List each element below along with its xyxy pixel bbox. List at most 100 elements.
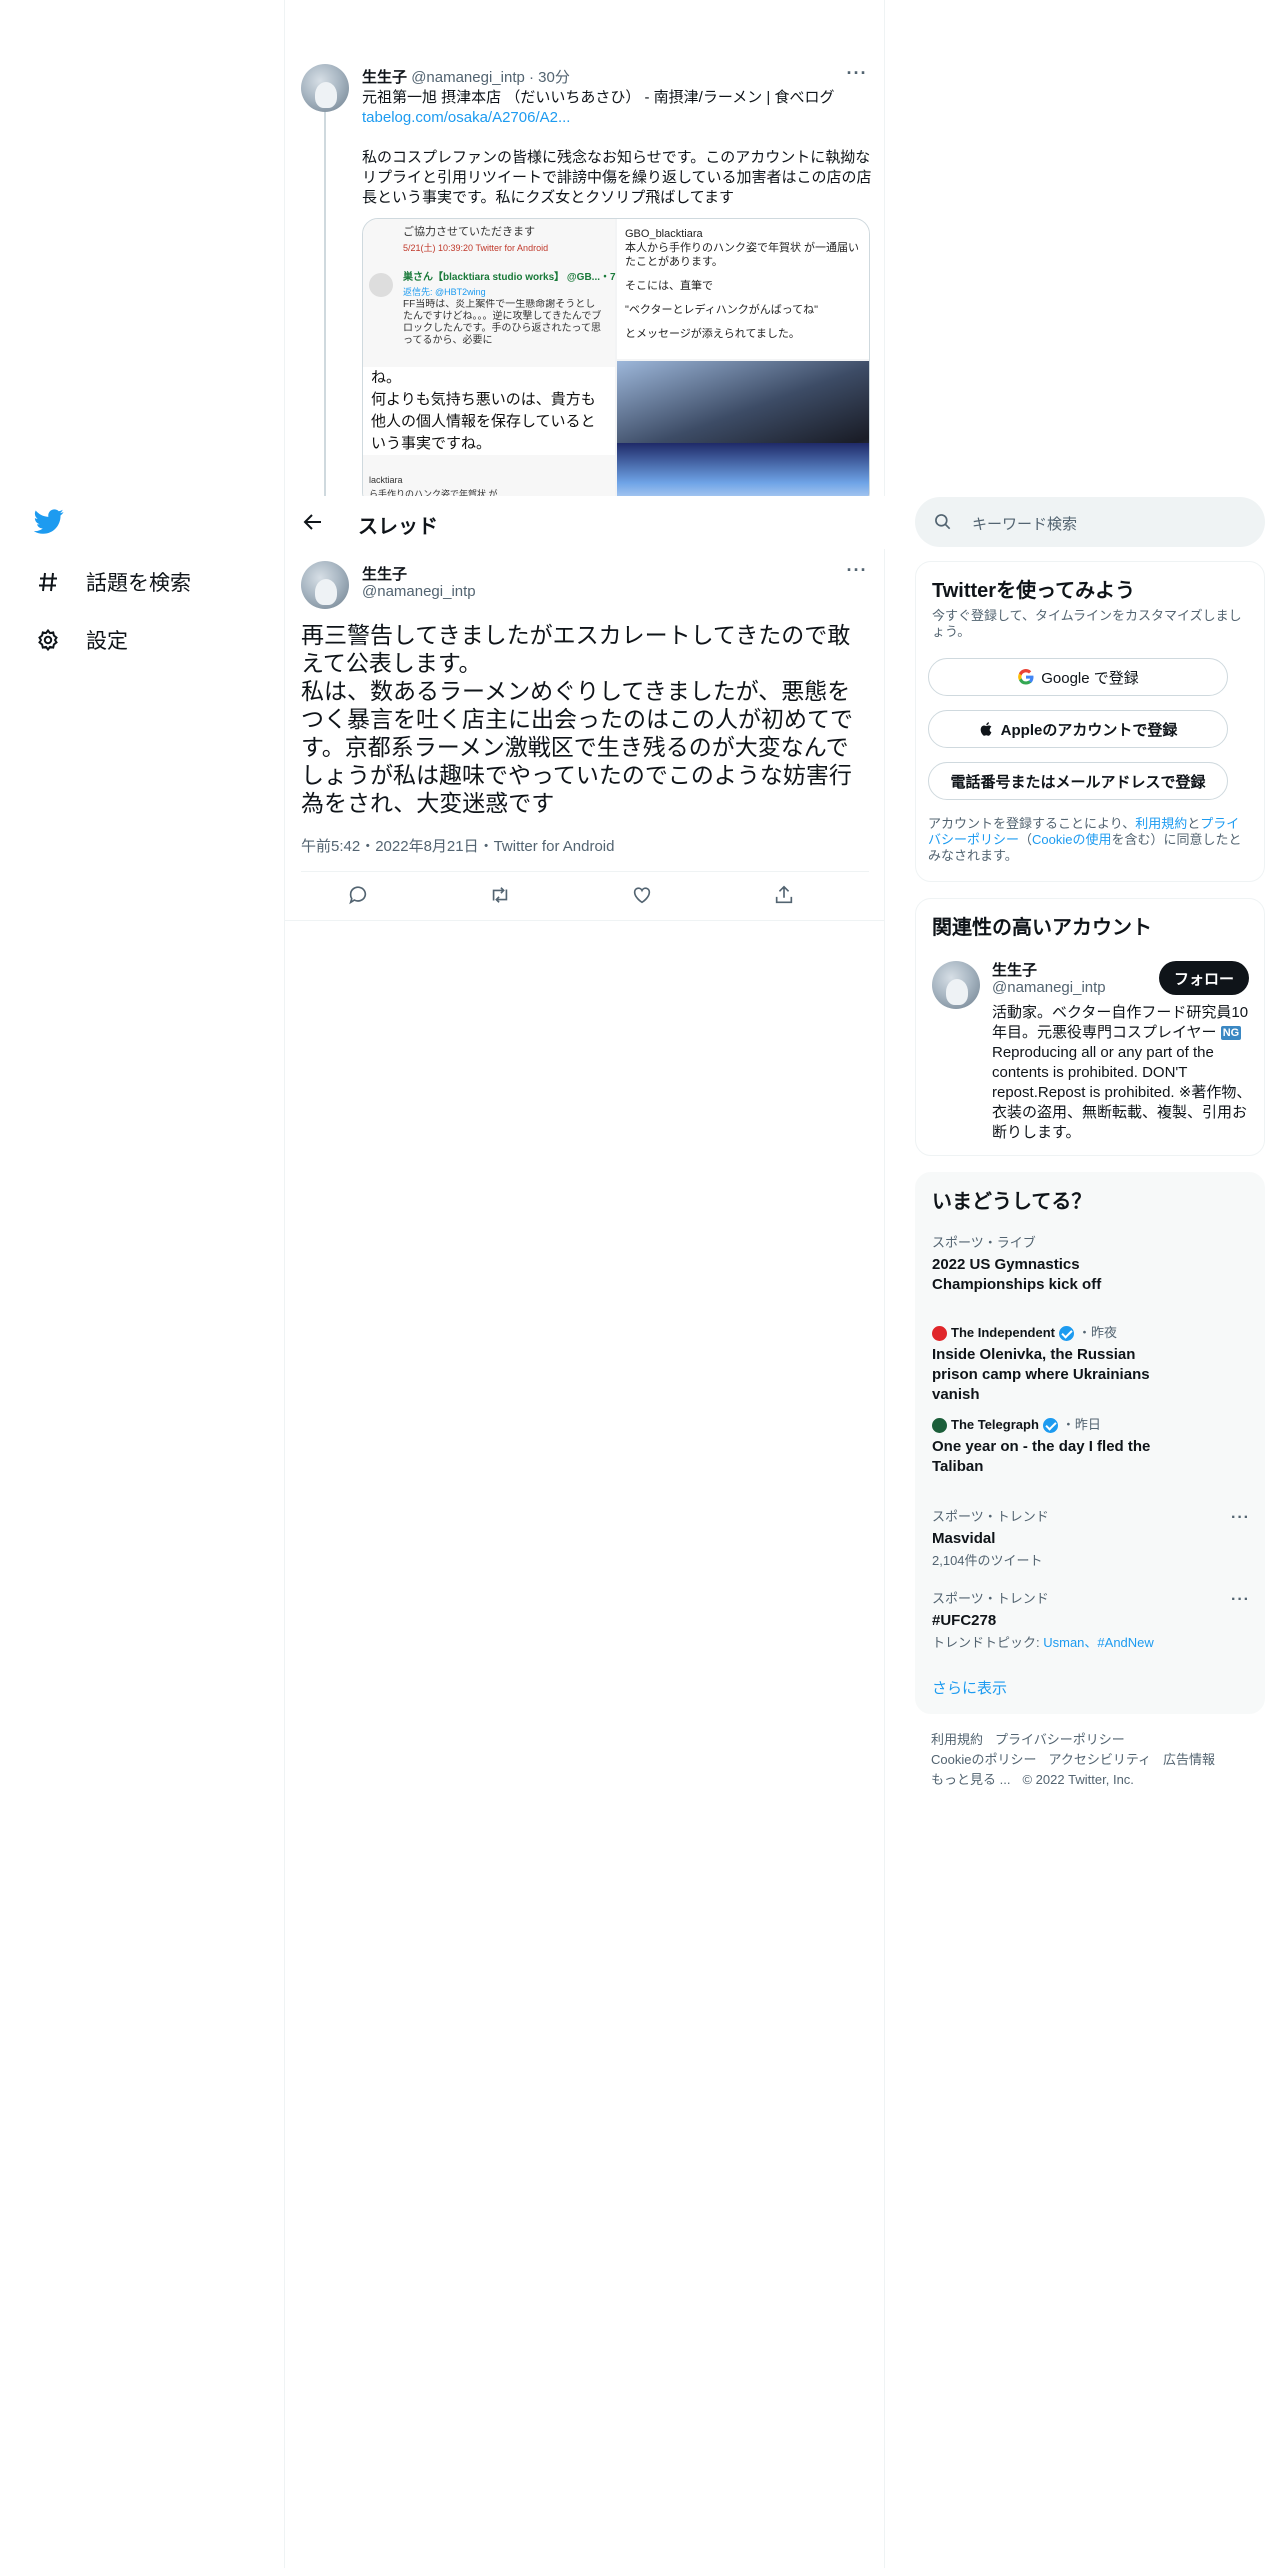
footer-link[interactable]: もっと見る ...	[931, 1772, 1010, 1787]
account-bio: 活動家。ベクター自作フード研究員10年目。元悪役専門コスプレイヤー NG Rep…	[992, 1003, 1254, 1143]
media-text: lacktiara	[369, 475, 403, 485]
legal-text: （	[1019, 832, 1033, 847]
arrow-left-icon[interactable]	[301, 510, 325, 534]
footer-link[interactable]: 利用規約	[931, 1732, 983, 1747]
media-screenshot-right: GBO_blacktiara 本人から手作りのハンク姿で年賀状 が一通届いたこと…	[617, 219, 869, 359]
nav-explore[interactable]: 話題を検索	[34, 562, 191, 602]
trend-context: The Telegraph ・昨日	[932, 1417, 1250, 1433]
signup-title: Twitterを使ってみよう	[932, 580, 1136, 602]
media-text: そこには、直筆で	[625, 280, 713, 292]
apple-icon	[979, 720, 995, 738]
tweet-time[interactable]: 30分	[538, 69, 570, 86]
trends-card: いまどうしてる？ スポーツ・ライブ 2022 US Gymnastics Cha…	[915, 1172, 1265, 1714]
nav-settings[interactable]: 設定	[34, 620, 128, 660]
copyright: © 2022 Twitter, Inc.	[1022, 1772, 1134, 1787]
nav-explore-label: 話題を検索	[86, 572, 191, 595]
more-icon[interactable]: ···	[845, 561, 869, 583]
avatar[interactable]	[301, 64, 349, 112]
trend-context: スポーツ・トレンド	[932, 1591, 1049, 1606]
media-text: 巣さん【blacktiara studio works】 @GB...・7日	[403, 272, 626, 283]
media-overlay-text: ね。 何よりも気持ち悪いのは、貴方も他人の個人情報を保存しているという事実ですね…	[363, 367, 615, 455]
retweet-icon[interactable]	[489, 884, 513, 908]
share-icon[interactable]	[773, 884, 797, 908]
signup-subtitle: 今すぐ登録して、タイムラインをカスタマイズしましょう。	[932, 608, 1242, 639]
phone-email-signup-button[interactable]: 電話番号またはメールアドレスで登録	[928, 762, 1228, 800]
tweet-body: 私のコスプレファンの皆様に残念なお知らせです。このアカウントに執拗なリプライと引…	[362, 149, 872, 206]
trend-title: 2022 US Gymnastics Championships kick of…	[932, 1256, 1102, 1293]
tweet-text: 再三警告してきましたがエスカレートしてきたので敢えて公表します。 私は、数あるラ…	[301, 622, 853, 816]
publisher-name: The Telegraph	[951, 1417, 1039, 1432]
trend-context: スポーツ・トレンド	[932, 1509, 1049, 1524]
trend-title: #UFC278	[932, 1612, 997, 1629]
trend-context: スポーツ・ライブ	[932, 1235, 1036, 1250]
show-more-link[interactable]: さらに表示	[932, 1677, 1007, 1698]
hashtag-icon	[34, 568, 62, 596]
avatar[interactable]	[932, 961, 980, 1009]
ng-badge: NG	[1220, 1026, 1242, 1040]
footer-link[interactable]: プライバシーポリシー	[995, 1732, 1125, 1747]
search-input[interactable]: キーワード検索	[915, 497, 1265, 547]
trend-topics: トレンドトピック: Usman、#AndNew	[932, 1635, 1250, 1651]
left-navigation: 話題を検索 設定	[0, 0, 285, 2568]
media-text: 本人から手作りのハンク姿で年賀状 が一通届いたことがあります。	[625, 242, 860, 268]
related-accounts-card: 関連性の高いアカウント 生生子 @namanegi_intp フォロー 活動家。…	[915, 898, 1265, 1156]
right-sidebar: キーワード検索 Twitterを使ってみよう 今すぐ登録して、タイムラインをカス…	[915, 0, 1265, 2568]
nav-settings-label: 設定	[86, 630, 128, 653]
more-icon[interactable]: ···	[1231, 1591, 1250, 1609]
parent-tweet-header: 生生子 @namanegi_intp · 30分	[362, 69, 570, 86]
trend-item[interactable]: The Independent ・昨夜 Inside Olenivka, the…	[932, 1325, 1250, 1405]
reply-icon[interactable]	[347, 884, 371, 908]
more-icon[interactable]: ···	[845, 64, 869, 86]
media-text: ら手作りのハンク姿で年賀状 が	[369, 489, 498, 496]
footer-link[interactable]: Cookieのポリシー	[931, 1752, 1036, 1767]
more-icon[interactable]: ···	[1231, 1509, 1250, 1527]
bio-text: 活動家。ベクター自作フード研究員10年目。元悪役専門コスプレイヤー	[992, 1004, 1249, 1041]
account-handle[interactable]: @namanegi_intp	[992, 979, 1106, 996]
google-signup-label: Google で登録	[1041, 669, 1139, 687]
author-name[interactable]: 生生子	[362, 563, 407, 584]
footer-link[interactable]: 広告情報	[1163, 1752, 1215, 1767]
media-text: "ベクターとレディハンクがんばってね"	[625, 304, 819, 316]
trend-topics-label: トレンドトピック:	[932, 1635, 1044, 1650]
center-column: 生生子 @namanegi_intp · 30分 ··· 元祖第一旭 摂津本店 …	[285, 0, 885, 2568]
tweet-media[interactable]: ご協力させていただきます 5/21(土) 10:39:20 Twitter fo…	[362, 218, 870, 496]
media-text: GBO_blacktiara	[625, 228, 703, 240]
author-name[interactable]: 生生子	[362, 69, 407, 86]
account-name[interactable]: 生生子	[992, 959, 1037, 980]
media-photo	[617, 443, 869, 496]
legal-text: と	[1187, 816, 1201, 831]
search-icon	[933, 512, 953, 532]
apple-signup-button[interactable]: Appleのアカウントで登録	[928, 710, 1228, 748]
cookie-link[interactable]: Cookieの使用	[1032, 832, 1111, 847]
trend-item[interactable]: スポーツ・トレンド #UFC278 トレンドトピック: Usman、#AndNe…	[932, 1591, 1250, 1651]
independent-logo-icon	[932, 1325, 947, 1341]
avatar	[369, 273, 393, 297]
terms-link[interactable]: 利用規約	[1135, 816, 1187, 831]
telegraph-logo-icon	[932, 1417, 947, 1433]
divider	[285, 920, 885, 921]
trend-context: The Independent ・昨夜	[932, 1325, 1250, 1341]
author-handle[interactable]: @namanegi_intp	[411, 69, 525, 86]
signup-card: Twitterを使ってみよう 今すぐ登録して、タイムラインをカスタマイズしましょ…	[915, 561, 1265, 882]
tweet-line: 元祖第一旭 摂津本店 （だいいちあさひ） - 南摂津/ラーメン | 食べログ	[362, 89, 835, 106]
footer-link[interactable]: アクセシビリティ	[1048, 1752, 1151, 1767]
trend-topic-links[interactable]: Usman、#AndNew	[1043, 1635, 1154, 1650]
tweet-timestamp[interactable]: 午前5:42・2022年8月21日・Twitter for Android	[301, 835, 614, 856]
google-icon	[1017, 668, 1035, 686]
avatar[interactable]	[301, 561, 349, 609]
trend-tweet-count: 2,104件のツイート	[932, 1553, 1043, 1568]
page-title: スレッド	[358, 516, 438, 538]
like-icon[interactable]	[631, 884, 655, 908]
follow-button[interactable]: フォロー	[1159, 961, 1249, 995]
parent-tweet[interactable]: 生生子 @namanegi_intp · 30分 ··· 元祖第一旭 摂津本店 …	[285, 52, 885, 496]
twitter-bird-icon[interactable]	[33, 506, 64, 536]
author-handle[interactable]: @namanegi_intp	[362, 583, 476, 600]
trend-title: One year on - the day I fled the Taliban	[932, 1438, 1151, 1475]
trend-item[interactable]: スポーツ・トレンド Masvidal 2,104件のツイート	[932, 1509, 1250, 1569]
trend-item[interactable]: The Telegraph ・昨日 One year on - the day …	[932, 1417, 1250, 1477]
tweet-link[interactable]: tabelog.com/osaka/A2706/A2...	[362, 109, 570, 126]
apple-signup-label: Appleのアカウントで登録	[1000, 721, 1178, 739]
publisher-name: The Independent	[951, 1325, 1055, 1340]
google-signup-button[interactable]: Google で登録	[928, 658, 1228, 696]
trend-item[interactable]: スポーツ・ライブ 2022 US Gymnastics Championship…	[932, 1235, 1250, 1295]
